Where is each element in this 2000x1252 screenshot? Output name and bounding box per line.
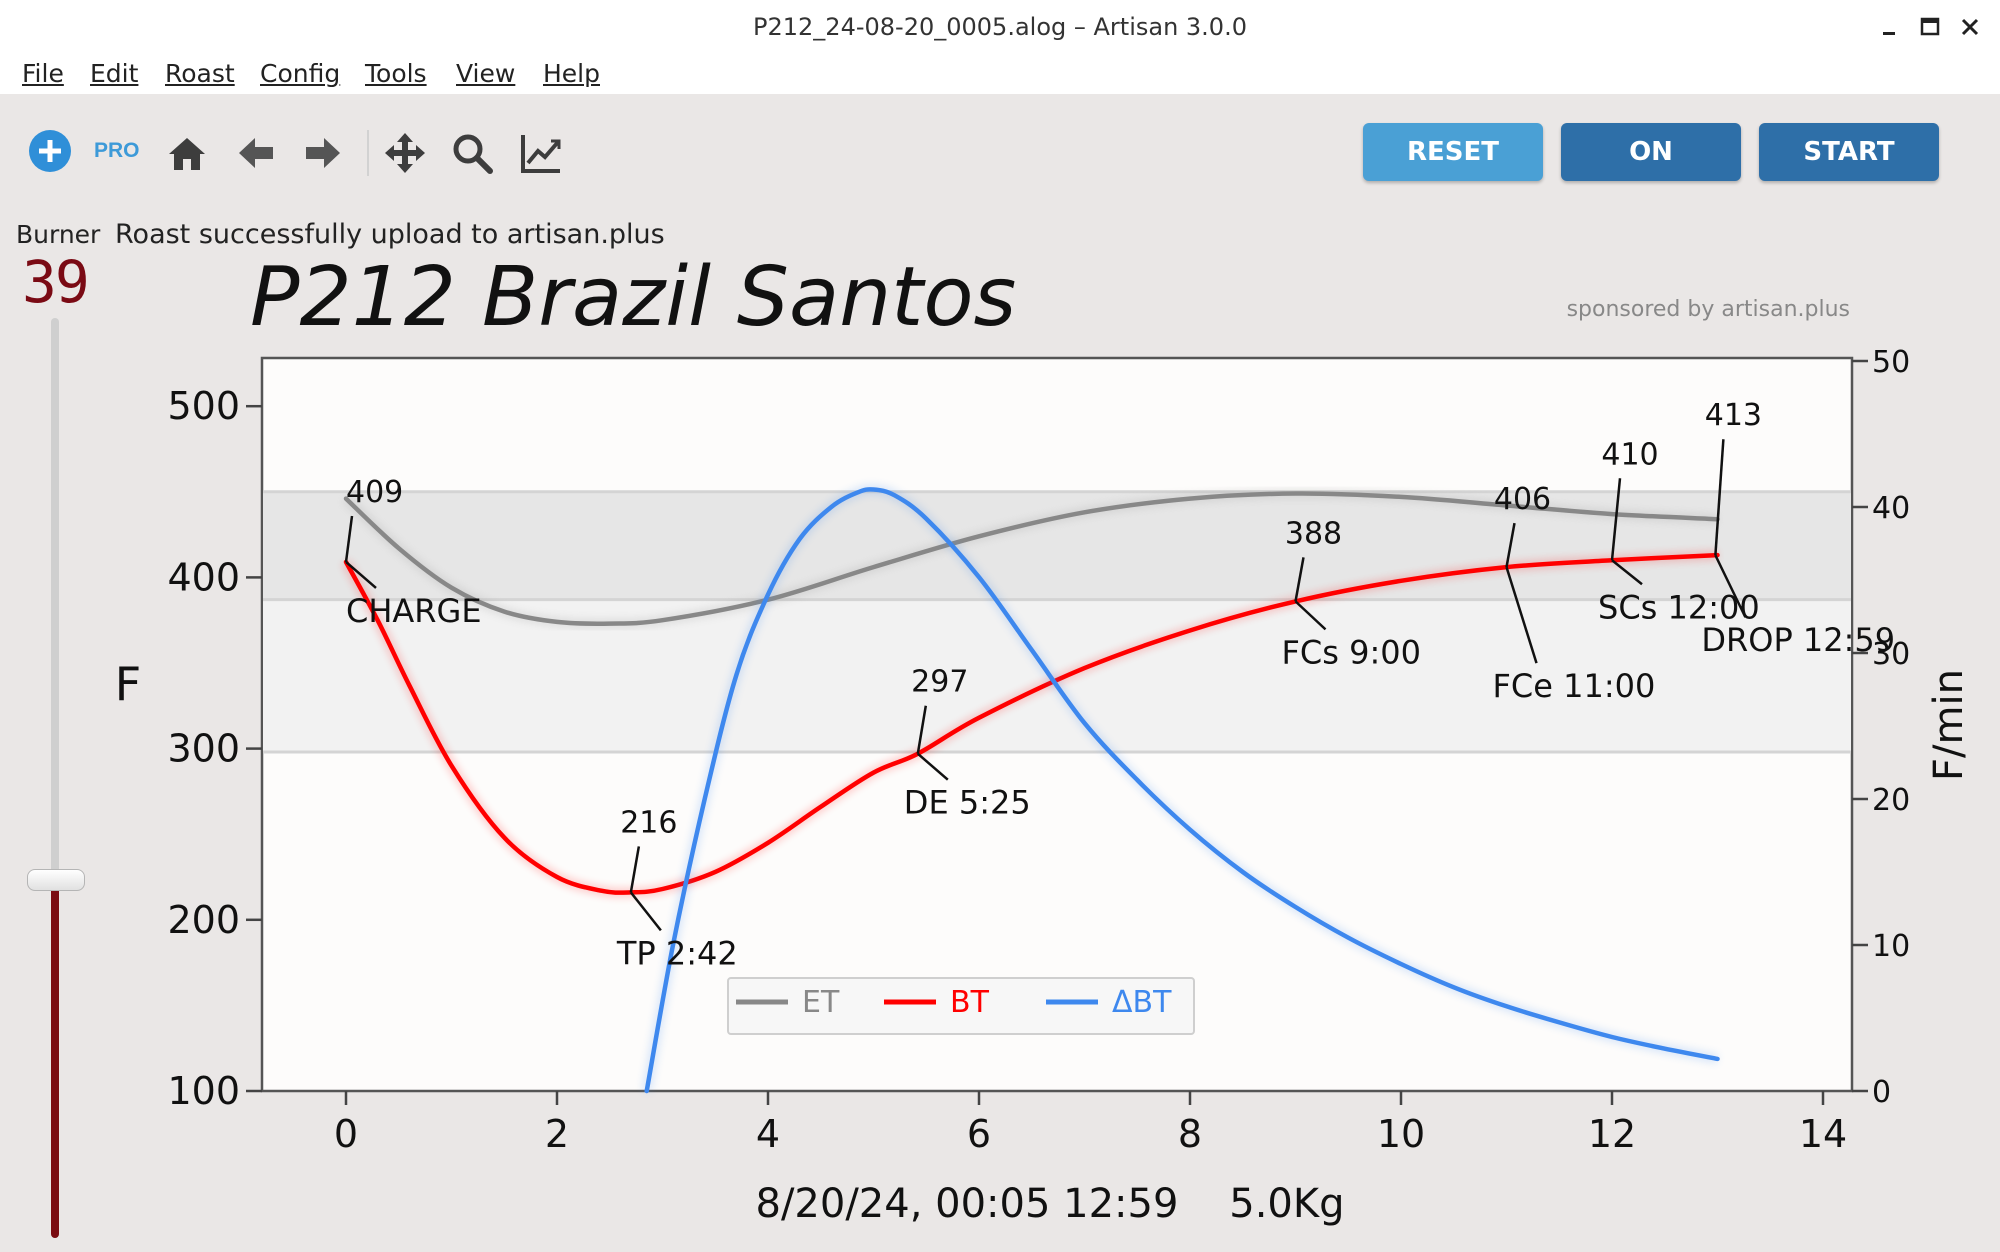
event-label: TP 2:42 xyxy=(616,934,738,972)
event-label: DROP 12:59 xyxy=(1701,621,1895,659)
x-axis-label: 8/20/24, 00:05 12:59 5.0Kg xyxy=(756,1181,1345,1227)
chart-title: P212 Brazil Santos xyxy=(250,250,1016,345)
y2-tick-label: 40 xyxy=(1872,491,1910,526)
roast-chart[interactable]: P212 Brazil Santos sponsored by artisan.… xyxy=(0,0,2000,1252)
x-tick-label: 10 xyxy=(1377,1112,1425,1156)
event-temp-label: 297 xyxy=(911,665,968,700)
legend-entry: ΔBT xyxy=(1112,985,1172,1020)
event-label: DE 5:25 xyxy=(904,784,1031,822)
y-axis-label: F xyxy=(115,657,141,711)
x-tick-label: 12 xyxy=(1588,1112,1636,1156)
x-tick-label: 8 xyxy=(1178,1112,1202,1156)
y-tick-label: 400 xyxy=(167,555,240,599)
y2-tick-label: 10 xyxy=(1872,929,1910,964)
x-tick-label: 14 xyxy=(1799,1112,1847,1156)
y2-tick-label: 50 xyxy=(1872,345,1910,380)
y2-axis-label: F/min xyxy=(1926,669,1972,781)
x-tick-label: 4 xyxy=(756,1112,780,1156)
event-temp-label: 388 xyxy=(1285,516,1342,551)
y2-tick-label: 20 xyxy=(1872,783,1910,818)
legend-entry: BT xyxy=(950,985,990,1020)
y-tick-label: 300 xyxy=(167,727,240,771)
event-label: CHARGE xyxy=(346,592,482,630)
sponsor-text: sponsored by artisan.plus xyxy=(1567,297,1850,322)
event-temp-label: 413 xyxy=(1705,398,1762,433)
event-temp-label: 216 xyxy=(620,805,677,840)
y-tick-label: 500 xyxy=(167,384,240,428)
y-tick-label: 200 xyxy=(167,898,240,942)
event-temp-label: 409 xyxy=(346,475,403,510)
y2-tick-label: 0 xyxy=(1872,1075,1891,1110)
event-label: FCs 9:00 xyxy=(1282,633,1421,671)
event-temp-label: 406 xyxy=(1494,482,1551,517)
event-label: FCe 11:00 xyxy=(1493,667,1656,705)
legend-entry: ET xyxy=(802,985,840,1020)
x-tick-label: 2 xyxy=(545,1112,569,1156)
x-tick-label: 0 xyxy=(334,1112,358,1156)
event-temp-label: 410 xyxy=(1601,437,1658,472)
x-tick-label: 6 xyxy=(967,1112,991,1156)
y-tick-label: 100 xyxy=(167,1069,240,1113)
